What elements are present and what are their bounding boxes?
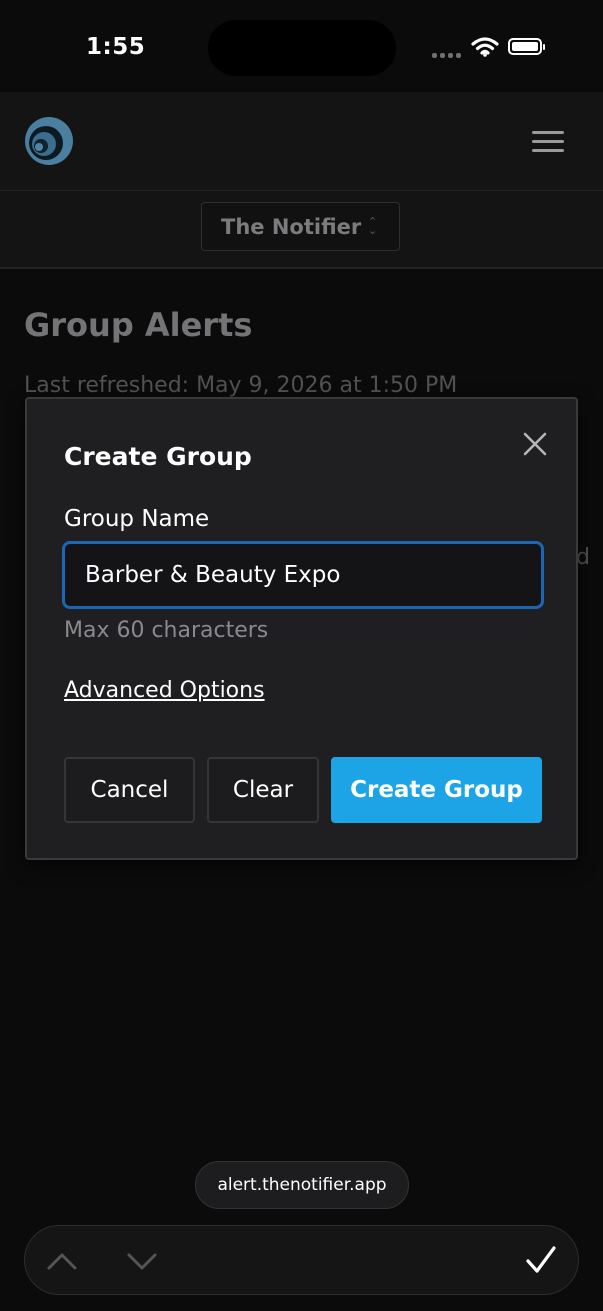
url-bar[interactable]: alert.thenotifier.app xyxy=(195,1161,409,1209)
app-select-value: The Notifier xyxy=(221,215,362,239)
cancel-button[interactable]: Cancel xyxy=(64,757,195,823)
create-group-modal: Create Group Group Name Max 60 character… xyxy=(25,397,578,860)
group-name-label: Group Name xyxy=(64,506,210,532)
chevron-up-icon[interactable] xyxy=(45,1244,79,1278)
notifier-logo-icon[interactable] xyxy=(24,116,74,166)
modal-title: Create Group xyxy=(64,442,252,471)
dynamic-island xyxy=(208,20,396,76)
last-refreshed-text: Last refreshed: May 9, 2026 at 1:50 PM xyxy=(24,373,458,398)
advanced-options-link[interactable]: Advanced Options xyxy=(64,678,265,703)
app-selector-row: The Notifier ⌃ ⌄ xyxy=(0,191,603,269)
checkmark-icon[interactable] xyxy=(524,1243,558,1277)
group-name-input[interactable] xyxy=(62,541,544,609)
status-time: 1:55 xyxy=(86,34,146,60)
app-header xyxy=(0,92,603,191)
hamburger-menu-icon[interactable] xyxy=(528,125,568,159)
chevron-up-down-icon: ⌃ ⌄ xyxy=(368,215,378,237)
chevron-down-icon[interactable] xyxy=(125,1244,159,1278)
close-icon[interactable] xyxy=(520,429,550,459)
clear-button[interactable]: Clear xyxy=(207,757,319,823)
helper-text: Max 60 characters xyxy=(64,618,269,643)
cellular-signal-icon xyxy=(432,48,462,58)
url-text: alert.thenotifier.app xyxy=(217,1175,387,1195)
status-bar: 1:55 xyxy=(0,0,603,92)
background-text-fragment: d xyxy=(576,545,590,570)
page-title: Group Alerts xyxy=(24,306,253,344)
create-group-button[interactable]: Create Group xyxy=(331,757,542,823)
app-select[interactable]: The Notifier ⌃ ⌄ xyxy=(201,202,400,251)
keyboard-toolbar xyxy=(24,1225,579,1295)
battery-icon xyxy=(508,38,545,55)
wifi-icon xyxy=(471,37,499,57)
